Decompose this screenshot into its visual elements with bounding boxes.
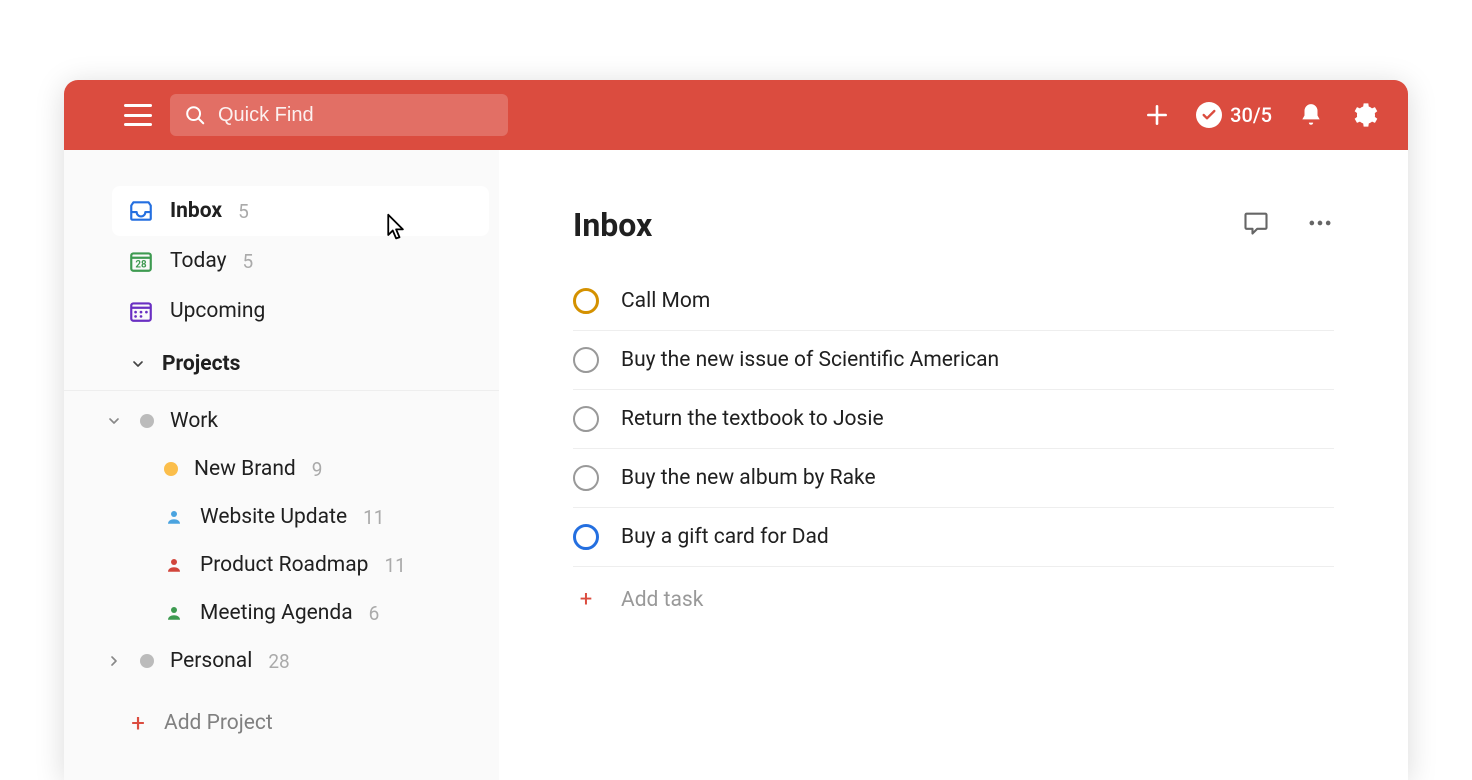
sidebar-nav-today[interactable]: 28 Today 5 (64, 236, 499, 286)
nav-count: 5 (243, 250, 254, 273)
add-project-label: Add Project (164, 711, 273, 735)
person-icon (164, 555, 184, 575)
project-count: 28 (268, 650, 289, 673)
nav-label: Upcoming (170, 299, 265, 323)
task-row[interactable]: Call Mom (573, 272, 1334, 331)
sidebar-nav-upcoming[interactable]: Upcoming (64, 286, 499, 336)
nav-label: Inbox (170, 199, 222, 223)
person-icon (164, 507, 184, 527)
person-icon (164, 603, 184, 623)
productivity-button[interactable]: 30/5 (1196, 102, 1272, 128)
main-header: Inbox (573, 206, 1334, 244)
add-task-label: Add task (621, 588, 703, 612)
project-label: Personal (170, 649, 252, 673)
task-checkbox[interactable] (573, 347, 599, 373)
header-actions: 30/5 (1144, 101, 1378, 129)
nav-count: 5 (238, 200, 249, 223)
plus-icon: + (573, 587, 599, 612)
chevron-down-icon (128, 354, 148, 374)
task-row[interactable]: Buy the new album by Rake (573, 449, 1334, 508)
project-label: Product Roadmap (200, 553, 368, 577)
task-title: Buy a gift card for Dad (621, 525, 829, 549)
svg-text:28: 28 (135, 260, 147, 271)
project-label: Meeting Agenda (200, 601, 353, 625)
project-label: New Brand (194, 457, 296, 481)
nav-label: Today (170, 249, 227, 273)
task-title: Return the textbook to Josie (621, 407, 884, 431)
productivity-score: 30/5 (1230, 103, 1272, 127)
task-row[interactable]: Buy the new issue of Scientific American (573, 331, 1334, 390)
search-icon (184, 104, 206, 126)
header-bar: 30/5 (64, 80, 1408, 150)
sidebar: Inbox 5 28 Today 5 Upcoming Projects Work New … (64, 150, 499, 780)
project-count: 11 (384, 554, 405, 577)
project-count: 9 (312, 458, 323, 481)
chevron-icon (104, 651, 124, 671)
project-count: 11 (363, 506, 384, 529)
project-folder-personal[interactable]: Personal 28 (64, 637, 499, 685)
project-folder-work[interactable]: Work (64, 397, 499, 445)
add-task-button[interactable]: + Add task (573, 567, 1334, 632)
project-label: Website Update (200, 505, 347, 529)
task-checkbox[interactable] (573, 524, 599, 550)
quick-add-icon[interactable] (1144, 102, 1170, 128)
project-label: Work (170, 409, 218, 433)
upcoming-icon (128, 298, 154, 324)
project-item[interactable]: New Brand 9 (64, 445, 499, 493)
task-checkbox[interactable] (573, 465, 599, 491)
body: Inbox 5 28 Today 5 Upcoming Projects Work New … (64, 150, 1408, 780)
more-icon[interactable] (1306, 209, 1334, 241)
today-icon: 28 (128, 248, 154, 274)
menu-icon[interactable] (124, 104, 152, 126)
task-row[interactable]: Buy a gift card for Dad (573, 508, 1334, 567)
task-row[interactable]: Return the textbook to Josie (573, 390, 1334, 449)
search-box[interactable] (170, 94, 508, 136)
project-color-icon (140, 414, 154, 428)
task-title: Buy the new album by Rake (621, 466, 876, 490)
search-input[interactable] (218, 104, 494, 127)
main-content: Inbox Call M (499, 150, 1408, 780)
project-item[interactable]: Product Roadmap 11 (64, 541, 499, 589)
app-window: 30/5 Inbox 5 28 Today 5 Upcoming (64, 80, 1408, 780)
inbox-icon (128, 198, 154, 224)
task-checkbox[interactable] (573, 406, 599, 432)
project-color-icon (140, 654, 154, 668)
project-color-icon (164, 462, 178, 476)
project-item[interactable]: Website Update 11 (64, 493, 499, 541)
page-title: Inbox (573, 206, 1242, 244)
projects-header[interactable]: Projects (64, 336, 499, 391)
task-checkbox[interactable] (573, 288, 599, 314)
notifications-icon[interactable] (1298, 102, 1324, 128)
add-project-button[interactable]: + Add Project (64, 685, 499, 749)
plus-icon: + (128, 709, 148, 737)
settings-icon[interactable] (1350, 101, 1378, 129)
check-circle-icon (1196, 102, 1222, 128)
sidebar-nav-inbox[interactable]: Inbox 5 (112, 186, 489, 236)
task-title: Buy the new issue of Scientific American (621, 348, 999, 372)
chevron-icon (104, 411, 124, 431)
projects-header-label: Projects (162, 352, 240, 376)
project-count: 6 (369, 602, 380, 625)
task-title: Call Mom (621, 289, 710, 313)
project-item[interactable]: Meeting Agenda 6 (64, 589, 499, 637)
comments-icon[interactable] (1242, 209, 1270, 241)
